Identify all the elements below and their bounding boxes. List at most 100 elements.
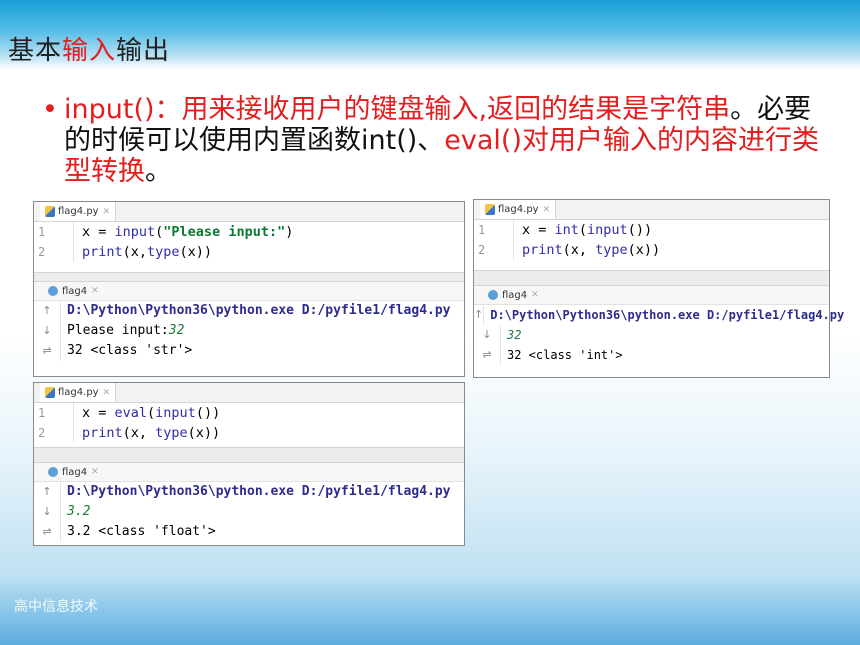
code-token: print: [82, 425, 123, 441]
close-icon[interactable]: ✕: [91, 286, 99, 296]
code-token: type: [155, 425, 188, 441]
code-text: x = input("Please input:"): [74, 222, 293, 242]
editor-tab-label: flag4.py: [498, 204, 539, 215]
bullet-text-1: input()：: [64, 94, 182, 125]
close-icon[interactable]: ✕: [531, 290, 539, 300]
code-token: ): [285, 224, 294, 240]
console-line: ⇌ 3.2 <class 'float'>: [34, 522, 464, 542]
code-token: (: [578, 222, 588, 238]
line-number: 1: [34, 222, 74, 242]
code-line: 2 print(x,type(x)): [34, 242, 464, 262]
console-line: ↓ 3.2: [34, 502, 464, 522]
console-user-input: 32: [507, 328, 522, 342]
console-text: 32 <class 'str'>: [67, 343, 193, 358]
code-token: type: [147, 244, 180, 260]
python-file-icon: [485, 204, 495, 215]
code-editor[interactable]: 1 x = eval(input()) 2 print(x, type(x)): [34, 403, 464, 447]
code-editor[interactable]: 1 x = int(input()) 2 print(x, type(x)): [474, 220, 829, 270]
wrap-icon[interactable]: ⇌: [34, 341, 61, 361]
panel-splitter[interactable]: [474, 270, 829, 286]
python-file-icon: [45, 206, 55, 217]
up-arrow-icon[interactable]: ↑: [474, 305, 485, 325]
console-text: D:\Python\Python36\python.exe D:/pyfile1…: [67, 303, 451, 318]
code-text: print(x, type(x)): [514, 240, 660, 260]
code-text: print(x,type(x)): [74, 242, 212, 262]
line-number: 2: [474, 240, 514, 260]
console-line: ⇌ 32 <class 'str'>: [34, 341, 464, 361]
title-part-red: 输入: [62, 36, 117, 66]
bullet-text: input()：用来接收用户的键盘输入,返回的结果是字符串。必要的时候可以使用内…: [64, 94, 832, 187]
run-config-icon: [488, 290, 498, 300]
code-line: 1 x = int(input()): [474, 220, 829, 240]
code-token: ()): [195, 405, 221, 421]
code-text: x = eval(input()): [74, 403, 220, 423]
editor-tab[interactable]: flag4.py ✕: [40, 383, 117, 402]
editor-tab[interactable]: flag4.py ✕: [40, 202, 117, 221]
panel-splitter[interactable]: [34, 272, 464, 282]
code-token: print: [82, 244, 123, 260]
run-tabbar: flag4 ✕: [34, 463, 464, 482]
console-line: ↑ D:\Python\Python36\python.exe D:/pyfil…: [34, 301, 464, 321]
wrap-icon[interactable]: ⇌: [474, 345, 501, 365]
bullet-point: • input()：用来接收用户的键盘输入,返回的结果是字符串。必要的时候可以使…: [42, 94, 832, 187]
python-file-icon: [45, 387, 55, 398]
run-tab-label[interactable]: flag4: [62, 467, 87, 478]
console-user-input: 3.2: [67, 504, 91, 519]
code-token: x =: [82, 405, 115, 421]
code-token: (x)): [627, 242, 661, 258]
up-arrow-icon[interactable]: ↑: [34, 482, 61, 502]
run-console[interactable]: ↑ D:\Python\Python36\python.exe D:/pyfil…: [474, 305, 844, 365]
editor-tabbar: flag4.py ✕: [34, 383, 464, 403]
ide-panel-float: flag4.py ✕ 1 x = eval(input()) 2 print(x…: [33, 382, 465, 546]
close-icon[interactable]: ✕: [103, 388, 111, 398]
editor-tab-label: flag4.py: [58, 206, 99, 217]
code-token: (x)): [187, 425, 221, 441]
ide-panel-str: flag4.py ✕ 1 x = input("Please input:") …: [33, 201, 465, 377]
code-line: 1 x = eval(input()): [34, 403, 464, 423]
editor-tab-label: flag4.py: [58, 387, 99, 398]
code-editor[interactable]: 1 x = input("Please input:") 2 print(x,t…: [34, 222, 464, 272]
code-token: "Please input:": [163, 224, 286, 240]
run-tabbar: flag4 ✕: [34, 282, 464, 301]
code-token: int: [554, 222, 579, 238]
close-icon[interactable]: ✕: [543, 205, 551, 215]
bullet-text-5: 。: [145, 156, 172, 187]
slide-title: 基本输入输出: [8, 30, 170, 67]
code-token: x =: [82, 224, 115, 240]
down-arrow-icon[interactable]: ↓: [34, 502, 61, 522]
code-token: (x,: [122, 425, 156, 441]
title-part-2: 输出: [116, 36, 171, 66]
editor-tabbar: flag4.py ✕: [34, 202, 464, 222]
title-part-1: 基本: [8, 36, 63, 66]
down-arrow-icon[interactable]: ↓: [474, 325, 501, 345]
code-text: x = int(input()): [514, 220, 652, 240]
editor-tabbar: flag4.py ✕: [474, 200, 829, 220]
code-token: input: [587, 222, 628, 238]
run-tab-label[interactable]: flag4: [502, 290, 527, 301]
console-line: ↑ D:\Python\Python36\python.exe D:/pyfil…: [34, 482, 464, 502]
code-token: ()): [627, 222, 653, 238]
console-text: D:\Python\Python36\python.exe D:/pyfile1…: [67, 484, 451, 499]
wrap-icon[interactable]: ⇌: [34, 522, 61, 542]
code-token: input: [114, 224, 156, 240]
run-tab-label[interactable]: flag4: [62, 286, 87, 297]
console-line: ⇌ 32 <class 'int'>: [474, 345, 829, 365]
code-token: eval: [114, 405, 148, 421]
run-console[interactable]: ↑ D:\Python\Python36\python.exe D:/pyfil…: [34, 482, 464, 542]
run-config-icon: [48, 467, 58, 477]
code-token: (x,: [562, 242, 596, 258]
up-arrow-icon[interactable]: ↑: [34, 301, 61, 321]
code-token: type: [595, 242, 628, 258]
panel-splitter[interactable]: [34, 447, 464, 463]
console-line: ↓ 32: [474, 325, 829, 345]
code-token: (x,: [122, 244, 148, 260]
console-text: 32 <class 'int'>: [507, 348, 623, 362]
close-icon[interactable]: ✕: [91, 467, 99, 477]
run-console[interactable]: ↑ D:\Python\Python36\python.exe D:/pyfil…: [34, 301, 464, 361]
ide-panel-int: flag4.py ✕ 1 x = int(input()) 2 print(x,…: [473, 199, 844, 378]
close-icon[interactable]: ✕: [103, 207, 111, 217]
code-text: print(x, type(x)): [74, 423, 220, 443]
down-arrow-icon[interactable]: ↓: [34, 321, 61, 341]
editor-tab[interactable]: flag4.py ✕: [480, 200, 557, 219]
run-config-icon: [48, 286, 58, 296]
